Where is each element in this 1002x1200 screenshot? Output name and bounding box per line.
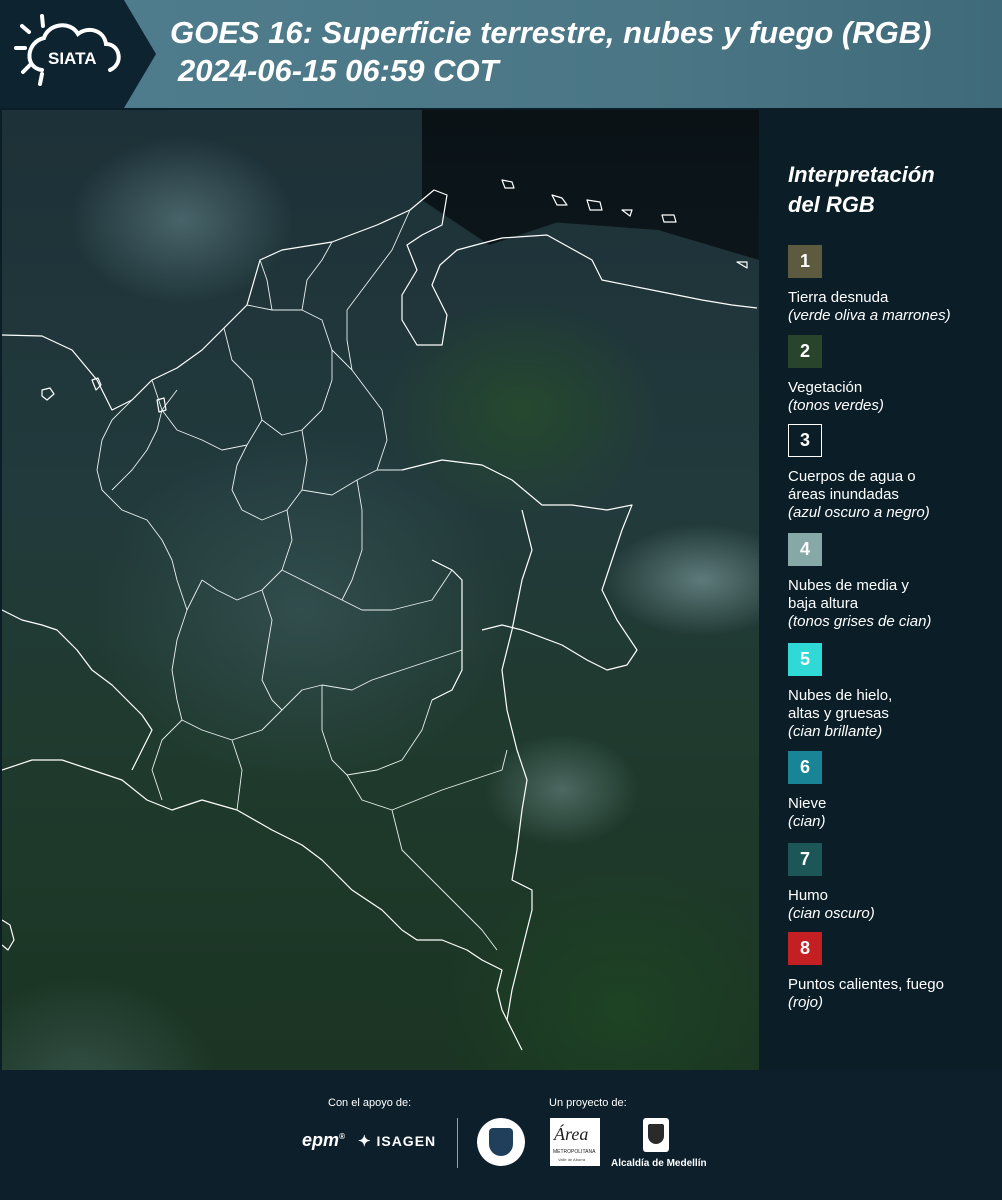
header: SIATA GOES 16: Superficie terrestre, nub… — [0, 0, 1002, 108]
legend-title-line1: Interpretación — [788, 162, 935, 187]
legend-sub: (tonos verdes) — [788, 397, 884, 414]
epm-text: epm — [302, 1130, 340, 1150]
colombia-south-border — [2, 759, 523, 1051]
page-title: GOES 16: Superficie terrestre, nubes y f… — [170, 14, 931, 90]
emblem-seal-icon — [477, 1118, 525, 1166]
legend-label: Vegetación — [788, 379, 863, 396]
legend: Interpretación del RGB — [788, 160, 988, 242]
legend-item: 1 Tierra desnuda (verde oliva a marrones… — [788, 245, 998, 325]
legend-swatch: 3 — [788, 424, 822, 457]
legend-sub: (azul oscuro a negro) — [788, 504, 930, 521]
borders-overlay — [2, 179, 758, 1051]
legend-item: 7 Humo (cian oscuro) — [788, 843, 998, 923]
support-label: Con el apoyo de: — [328, 1097, 412, 1109]
epm-logo: epm® — [302, 1130, 345, 1150]
legend-label: Humo — [788, 887, 829, 904]
footer: Con el apoyo de: Un proyecto de: epm® ✦ … — [0, 1070, 1002, 1200]
isagen-icon: ✦ — [358, 1133, 372, 1150]
legend-item: 2 Vegetación (tonos verdes) — [788, 335, 998, 415]
legend-sub: (tonos grises de cian) — [788, 613, 932, 630]
title-line1: GOES 16: Superficie terrestre, nubes y f… — [170, 15, 932, 50]
colombia-west-coast — [2, 609, 153, 771]
title-line2: 2024-06-15 06:59 COT — [178, 53, 499, 88]
legend-label: Nieve — [788, 795, 827, 812]
alcaldia-shield-icon — [643, 1118, 669, 1152]
orinoquia-border — [431, 559, 463, 701]
legend-sub: (verde oliva a marrones) — [788, 307, 951, 324]
isagen-text: ISAGEN — [376, 1133, 437, 1149]
legend-item: 3 Cuerpos de agua o áreas inundadas (azu… — [788, 424, 998, 522]
project-label: Un proyecto de: — [549, 1097, 627, 1109]
satellite-map[interactable] — [2, 110, 759, 1070]
legend-item: 4 Nubes de media y baja altura (tonos gr… — [788, 533, 998, 631]
legend-label: Puntos calientes, fuego — [788, 976, 944, 993]
alcaldia-label: Alcaldía de Medellín — [611, 1158, 707, 1169]
legend-item: 6 Nieve (cian) — [788, 751, 998, 831]
island-outline — [41, 387, 55, 401]
footer-divider — [457, 1118, 458, 1168]
legend-title-line2: del RGB — [788, 192, 875, 217]
legend-sub: (cian oscuro) — [788, 905, 875, 922]
colombia-outline — [2, 189, 758, 411]
legend-swatch: 4 — [788, 533, 822, 566]
legend-item: 8 Puntos calientes, fuego (rojo) — [788, 932, 998, 1012]
colombia-east-border — [401, 459, 638, 671]
amazon-border — [501, 509, 533, 1021]
legend-swatch: 6 — [788, 751, 822, 784]
legend-sub: (cian) — [788, 813, 826, 830]
area-text: METROPOLITANA — [553, 1149, 596, 1155]
legend-sub: (rojo) — [788, 994, 824, 1011]
area-metropolitana-logo: Área METROPOLITANA Valle de Aburrá — [550, 1118, 600, 1166]
legend-label: Tierra desnuda — [788, 289, 889, 306]
logo-text: SIATA — [48, 49, 96, 68]
legend-label: Nubes de hielo, altas y gruesas — [788, 687, 893, 722]
isagen-logo: ✦ ISAGEN — [358, 1132, 436, 1150]
legend-sub: (cian brillante) — [788, 723, 883, 740]
legend-swatch: 8 — [788, 932, 822, 965]
legend-swatch: 7 — [788, 843, 822, 876]
area-sub: Valle de Aburrá — [558, 1157, 586, 1162]
siata-logo: SIATA — [12, 12, 128, 96]
legend-label: Cuerpos de agua o áreas inundadas — [788, 468, 916, 503]
legend-swatch: 5 — [788, 643, 822, 676]
legend-title: Interpretación del RGB — [788, 160, 988, 220]
legend-item: 5 Nubes de hielo, altas y gruesas (cian … — [788, 643, 998, 741]
caribbean-islands — [501, 179, 748, 269]
legend-swatch: 2 — [788, 335, 822, 368]
legend-swatch: 1 — [788, 245, 822, 278]
legend-label: Nubes de media y baja altura — [788, 577, 909, 612]
